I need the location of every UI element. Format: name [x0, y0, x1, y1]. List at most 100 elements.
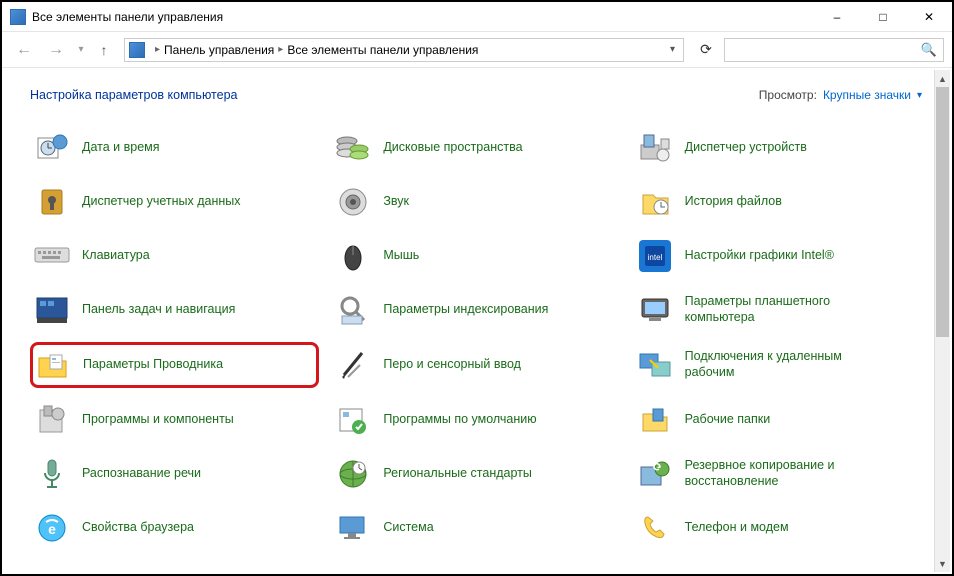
pen-icon [335, 347, 371, 383]
phone-icon [637, 510, 673, 546]
view-label: Просмотр: [759, 88, 817, 102]
item-label: Клавиатура [82, 248, 150, 264]
chevron-right-icon[interactable]: ▸ [155, 44, 160, 55]
item-label: Программы и компоненты [82, 412, 234, 428]
address-icon [129, 42, 145, 58]
maximize-button[interactable]: □ [860, 2, 906, 31]
work-folders-icon [637, 402, 673, 438]
mouse-icon [335, 238, 371, 274]
chevron-right-icon[interactable]: ▸ [278, 44, 283, 55]
up-button[interactable]: ↑ [92, 36, 116, 64]
credentials-icon [34, 184, 70, 220]
item-label: Диспетчер устройств [685, 140, 807, 156]
back-button[interactable]: ← [10, 36, 38, 64]
control-panel-item[interactable]: Региональные стандарты [331, 452, 620, 496]
item-label: Свойства браузера [82, 520, 194, 536]
control-panel-item[interactable]: Клавиатура [30, 234, 319, 278]
control-panel-item[interactable]: Программы по умолчанию [331, 398, 620, 442]
history-dropdown[interactable]: ▾ [74, 36, 88, 64]
control-panel-item[interactable]: Подключения к удаленным рабочим [633, 342, 922, 388]
minimize-button[interactable]: – [814, 2, 860, 31]
control-panel-item[interactable]: Рабочие папки [633, 398, 922, 442]
indexing-icon [335, 292, 371, 328]
control-panel-item[interactable]: Параметры Проводника [30, 342, 319, 388]
control-panel-item[interactable]: Система [331, 506, 620, 550]
control-panel-item[interactable]: Резервное копирование и восстановление [633, 452, 922, 496]
item-label: Перо и сенсорный ввод [383, 357, 521, 373]
file-history-icon [637, 184, 673, 220]
search-input[interactable] [731, 43, 921, 57]
svg-text:intel: intel [647, 253, 662, 262]
item-label: История файлов [685, 194, 782, 210]
item-label: Параметры индексирования [383, 302, 548, 318]
item-label: Диспетчер учетных данных [82, 194, 241, 210]
programs-icon [34, 402, 70, 438]
control-panel-item[interactable]: Телефон и модем [633, 506, 922, 550]
region-icon [335, 456, 371, 492]
scroll-thumb[interactable] [936, 87, 949, 337]
item-label: Резервное копирование и восстановление [685, 458, 865, 489]
control-panel-item[interactable]: Мышь [331, 234, 620, 278]
control-panel-item[interactable]: e Свойства браузера [30, 506, 319, 550]
item-label: Распознавание речи [82, 466, 201, 482]
close-button[interactable]: ✕ [906, 2, 952, 31]
control-panel-item[interactable]: Звук [331, 180, 620, 224]
page-title: Настройка параметров компьютера [30, 88, 237, 102]
control-panel-item[interactable]: Диспетчер устройств [633, 126, 922, 170]
control-panel-item[interactable]: Распознавание речи [30, 452, 319, 496]
address-bar[interactable]: ▸ Панель управления ▸ Все элементы панел… [124, 38, 684, 62]
backup-icon [637, 456, 673, 492]
control-panel-item[interactable]: Панель задач и навигация [30, 288, 319, 332]
keyboard-icon [34, 238, 70, 274]
item-label: Программы по умолчанию [383, 412, 536, 428]
control-panel-item[interactable]: История файлов [633, 180, 922, 224]
control-panel-item[interactable]: Программы и компоненты [30, 398, 319, 442]
refresh-button[interactable]: ⟳ [692, 38, 720, 62]
intel-icon: intel [637, 238, 673, 274]
header-row: Настройка параметров компьютера Просмотр… [30, 88, 922, 102]
item-label: Подключения к удаленным рабочим [685, 349, 865, 380]
chevron-down-icon[interactable]: ▾ [917, 90, 922, 101]
titlebar: Все элементы панели управления – □ ✕ [2, 2, 952, 32]
item-label: Региональные стандарты [383, 466, 532, 482]
item-label: Мышь [383, 248, 419, 264]
control-panel-item[interactable]: Дата и время [30, 126, 319, 170]
navbar: ← → ▾ ↑ ▸ Панель управления ▸ Все элемен… [2, 32, 952, 68]
control-panel-item[interactable]: Диспетчер учетных данных [30, 180, 319, 224]
search-box[interactable]: 🔍 [724, 38, 944, 62]
folder-options-icon [35, 347, 71, 383]
item-label: Дисковые пространства [383, 140, 522, 156]
items-grid: Дата и время Дисковые пространства Диспетч… [30, 126, 922, 550]
scroll-down-button[interactable]: ▼ [935, 555, 950, 572]
remote-icon [637, 347, 673, 383]
item-label: Панель задач и навигация [82, 302, 235, 318]
browser-icon: e [34, 510, 70, 546]
control-panel-item[interactable]: Параметры планшетного компьютера [633, 288, 922, 332]
tablet-icon [637, 292, 673, 328]
view-value[interactable]: Крупные значки [823, 88, 911, 102]
device-mgr-icon [637, 130, 673, 166]
address-dropdown[interactable]: ▾ [666, 44, 679, 55]
scroll-up-button[interactable]: ▲ [935, 70, 950, 87]
forward-button[interactable]: → [42, 36, 70, 64]
item-label: Рабочие папки [685, 412, 771, 428]
control-panel-item[interactable]: Параметры индексирования [331, 288, 620, 332]
content-area: Настройка параметров компьютера Просмотр… [2, 70, 934, 574]
item-label: Звук [383, 194, 409, 210]
window-controls: – □ ✕ [814, 2, 952, 31]
sound-icon [335, 184, 371, 220]
taskbar-icon [34, 292, 70, 328]
item-label: Телефон и модем [685, 520, 789, 536]
control-panel-icon [10, 9, 26, 25]
control-panel-item[interactable]: Дисковые пространства [331, 126, 620, 170]
svg-text:e: e [48, 521, 56, 537]
window-title: Все элементы панели управления [32, 10, 814, 24]
item-label: Параметры планшетного компьютера [685, 294, 865, 325]
search-icon[interactable]: 🔍 [921, 42, 937, 58]
control-panel-item[interactable]: Перо и сенсорный ввод [331, 342, 620, 388]
system-icon [335, 510, 371, 546]
vertical-scrollbar[interactable]: ▲ ▼ [934, 70, 950, 572]
breadcrumb-seg-2[interactable]: Все элементы панели управления [287, 43, 478, 57]
breadcrumb-seg-1[interactable]: Панель управления [164, 43, 274, 57]
control-panel-item[interactable]: intelНастройки графики Intel® [633, 234, 922, 278]
